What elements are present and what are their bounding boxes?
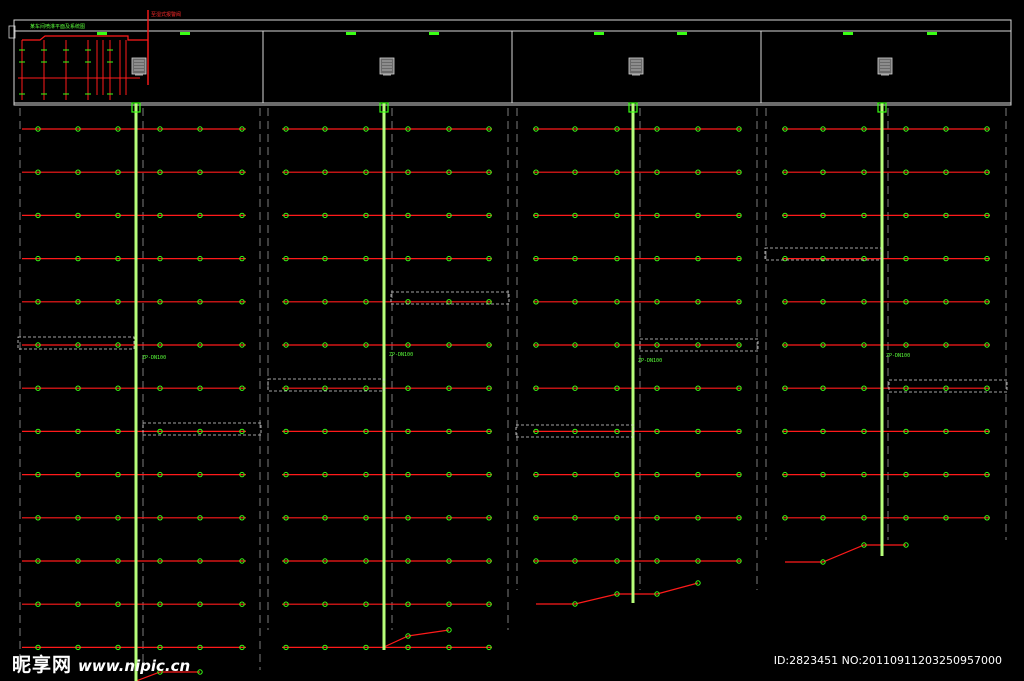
cad-drawing: 某车间喷淋平面及系统图 至湿式报警阀 ZP-DN100 ZP-DN100 ZP-… <box>8 10 1012 681</box>
image-id: ID:2823451 NO:20110911203250957000 <box>773 654 1002 667</box>
drawing-labels: 某车间喷淋平面及系统图 至湿式报警阀 ZP-DN100 ZP-DN100 ZP-… <box>30 11 910 364</box>
system-header-pipe <box>22 35 148 41</box>
valve-symbol-1 <box>131 57 147 76</box>
watermark-url: www.nipic.cn <box>78 657 191 675</box>
header-marker-4 <box>429 32 439 35</box>
sprinkler-branches <box>22 126 990 681</box>
header-marker-6 <box>677 32 687 35</box>
header-marker-1 <box>97 32 107 35</box>
valve-symbol-4 <box>877 57 893 76</box>
header-marker-7 <box>843 32 853 35</box>
valve-body <box>628 57 644 75</box>
header-marker-2 <box>180 32 190 35</box>
valve-symbol-3 <box>628 57 644 76</box>
zone-label-4: ZP-DN100 <box>886 353 910 359</box>
header-strip <box>97 31 937 103</box>
zone-label-2: ZP-DN100 <box>389 352 413 358</box>
main-pipes <box>131 102 887 681</box>
beam-outlines <box>17 247 1008 438</box>
watermark-brand: 昵享网 <box>12 654 73 676</box>
valve-symbol-2 <box>379 57 395 76</box>
header-marker-5 <box>594 32 604 35</box>
header-marker-8 <box>927 32 937 35</box>
riser-tag: 至湿式报警阀 <box>151 11 181 18</box>
watermark-logo: 昵享网 www.nipic.cn <box>12 650 190 677</box>
valve-body <box>379 57 395 75</box>
beam-outline-3 <box>267 378 385 392</box>
zone-label-3: ZP-DN100 <box>638 358 662 364</box>
tail-pipe-3 <box>785 544 906 563</box>
valve-body <box>877 57 893 75</box>
valve-body <box>131 57 147 75</box>
column-grid <box>19 108 1007 670</box>
header-marker-3 <box>346 32 356 35</box>
drawing-title: 某车间喷淋平面及系统图 <box>30 23 85 30</box>
tail-pipe-2 <box>536 582 699 605</box>
zone-label-1: ZP-DN100 <box>142 355 166 361</box>
tail-pipe-1 <box>383 629 450 648</box>
